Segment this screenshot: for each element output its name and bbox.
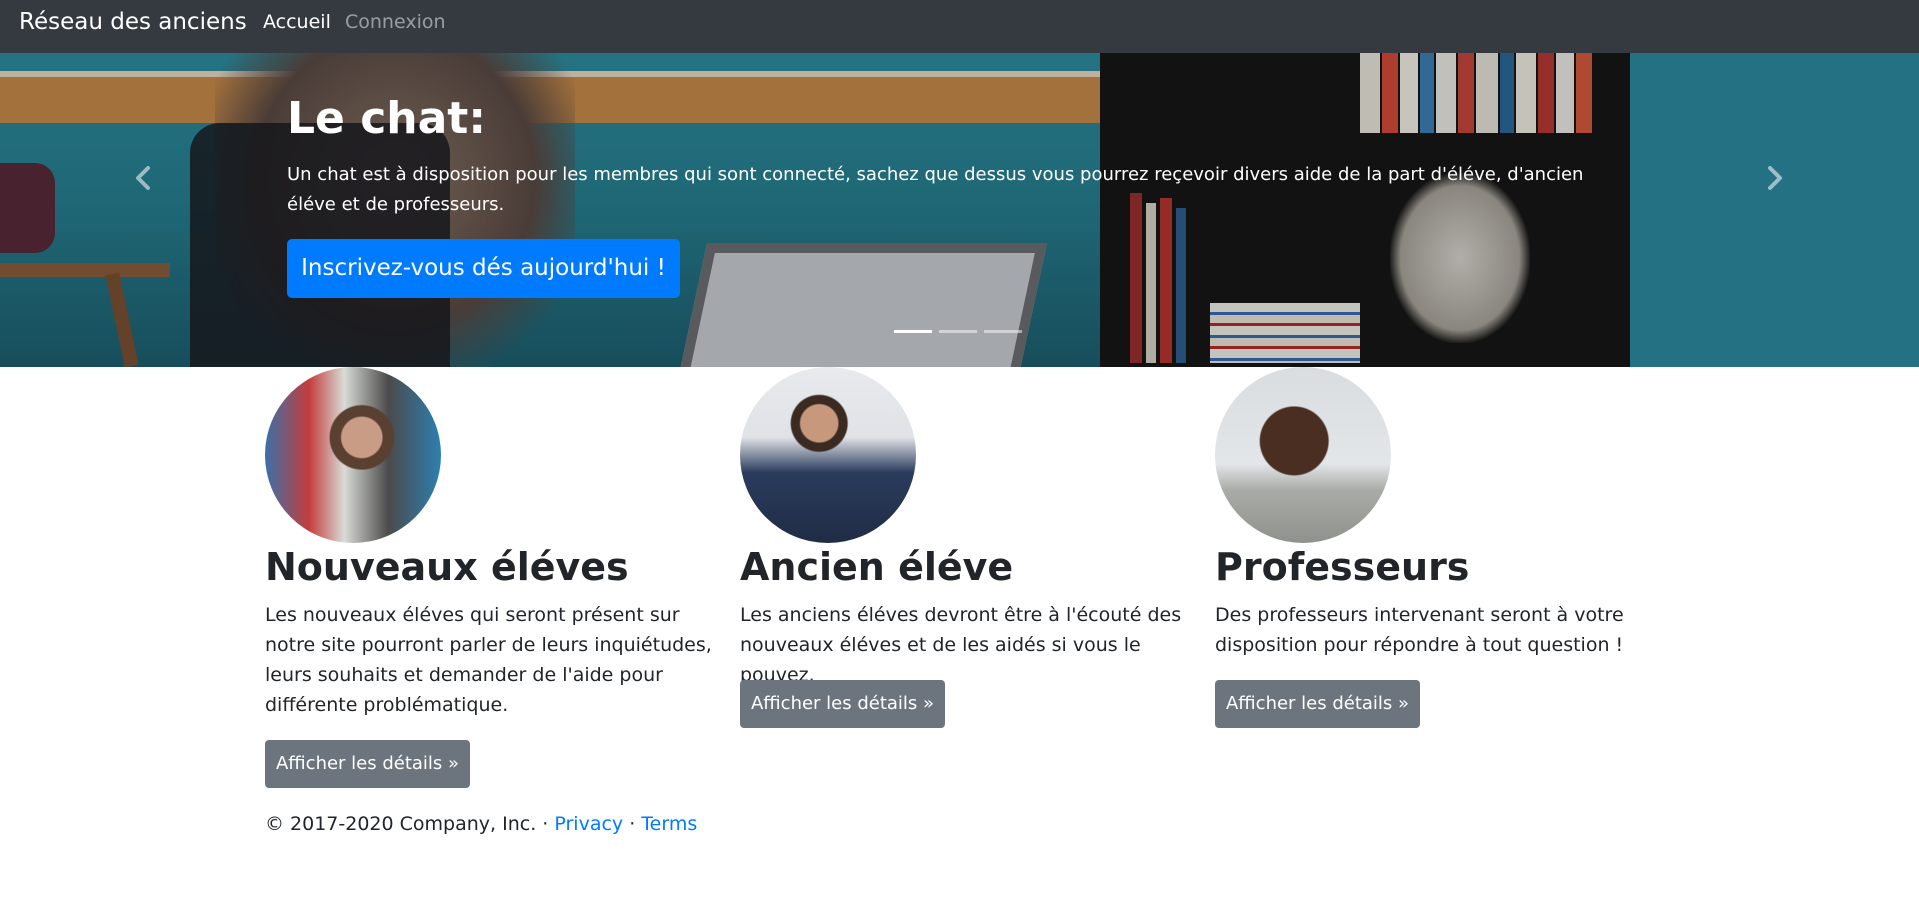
avatar-ancien-eleve (740, 367, 916, 543)
top-navbar: Réseau des anciens Accueil Connexion (0, 0, 1919, 53)
signup-button[interactable]: Inscrivez-vous dés aujourd'hui ! (287, 239, 680, 298)
avatar-nouveaux-eleves (265, 367, 441, 543)
nav-link-connexion[interactable]: Connexion (345, 11, 446, 33)
column-text: Des professeurs intervenant seront à vot… (1215, 604, 1624, 656)
column-title: Ancien éléve (740, 545, 1014, 589)
hero-carousel: Le chat: Un chat est à disposition pour … (0, 53, 1919, 367)
avatar-professeurs (1215, 367, 1391, 543)
column-text: Les nouveaux éléves qui seront présent s… (265, 604, 712, 716)
carousel-title: Le chat: (287, 93, 486, 144)
chevron-right-icon (1768, 166, 1782, 190)
carousel-text: Un chat est à disposition pour les membr… (287, 164, 1584, 215)
column-title: Nouveaux éléves (265, 545, 629, 589)
column-text: Les anciens éléves devront être à l'écou… (740, 604, 1182, 686)
footer-copyright: © 2017-2020 Company, Inc. · (265, 813, 555, 835)
chevron-left-icon (136, 166, 150, 190)
details-button-nouveaux-eleves[interactable]: Afficher les détails » (265, 740, 470, 788)
privacy-link[interactable]: Privacy (554, 813, 623, 835)
nav-link-accueil[interactable]: Accueil (263, 11, 331, 33)
carousel-next-button[interactable] (1754, 158, 1794, 198)
details-button-ancien-eleve[interactable]: Afficher les détails » (740, 680, 945, 728)
terms-link[interactable]: Terms (641, 813, 697, 835)
column-title: Professeurs (1215, 545, 1470, 589)
carousel-indicator-1[interactable] (894, 330, 932, 333)
carousel-indicator-2[interactable] (939, 330, 977, 333)
footer: © 2017-2020 Company, Inc. · Privacy · Te… (265, 813, 697, 835)
footer-separator: · (623, 813, 642, 835)
brand-link[interactable]: Réseau des anciens (19, 9, 247, 35)
details-button-professeurs[interactable]: Afficher les détails » (1215, 680, 1420, 728)
carousel-indicator-3[interactable] (984, 330, 1022, 333)
carousel-prev-button[interactable] (124, 158, 164, 198)
